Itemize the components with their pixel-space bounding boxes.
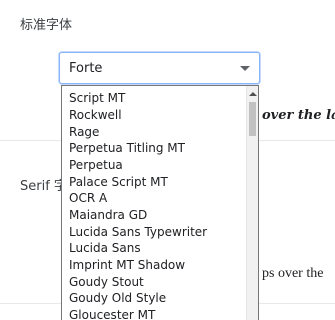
dropdown-scrollbar[interactable]	[246, 86, 258, 320]
dropdown-option-lucida-sans[interactable]: Lucida Sans	[69, 240, 141, 256]
dropdown-option-perpetua-titling-mt[interactable]: Perpetua Titling MT	[69, 140, 185, 156]
dropdown-option-imprint-mt-shadow[interactable]: Imprint MT Shadow	[69, 257, 185, 273]
dropdown-option-rage[interactable]: Rage	[69, 124, 99, 140]
serif-font-preview: ps over the	[262, 266, 324, 281]
dropdown-option-gloucester-mt[interactable]: Gloucester MT	[69, 307, 155, 320]
standard-font-select[interactable]: Forte	[59, 52, 260, 84]
standard-font-selected-value: Forte	[69, 61, 103, 76]
dropdown-option-goudy-old-style[interactable]: Goudy Old Style	[69, 290, 166, 306]
dropdown-option-rockwell[interactable]: Rockwell	[69, 107, 122, 123]
dropdown-option-palace-script-mt[interactable]: Palace Script MT	[69, 174, 168, 190]
scrollbar-thumb[interactable]	[249, 102, 256, 136]
dropdown-option-lucida-sans-typewriter[interactable]: Lucida Sans Typewriter	[69, 224, 207, 240]
dropdown-option-maiandra-gd[interactable]: Maiandra GD	[69, 207, 147, 223]
serif-font-label: Serif 字	[20, 179, 67, 194]
dropdown-option-script-mt[interactable]: Script MT	[69, 90, 125, 106]
font-settings-page: 标准字体 Forte over the la Serif 字 ps over t…	[0, 0, 335, 320]
chevron-down-icon[interactable]	[240, 66, 250, 71]
font-dropdown-list[interactable]: Script MT Rockwell Rage Perpetua Titling…	[61, 85, 259, 320]
dropdown-option-ocr-a[interactable]: OCR A	[69, 190, 107, 206]
dropdown-option-perpetua[interactable]: Perpetua	[69, 157, 123, 173]
scroll-up-arrow-icon[interactable]	[249, 92, 257, 96]
dropdown-option-goudy-stout[interactable]: Goudy Stout	[69, 274, 144, 290]
standard-font-preview: over the la	[262, 108, 335, 123]
standard-font-label: 标准字体	[20, 18, 73, 33]
